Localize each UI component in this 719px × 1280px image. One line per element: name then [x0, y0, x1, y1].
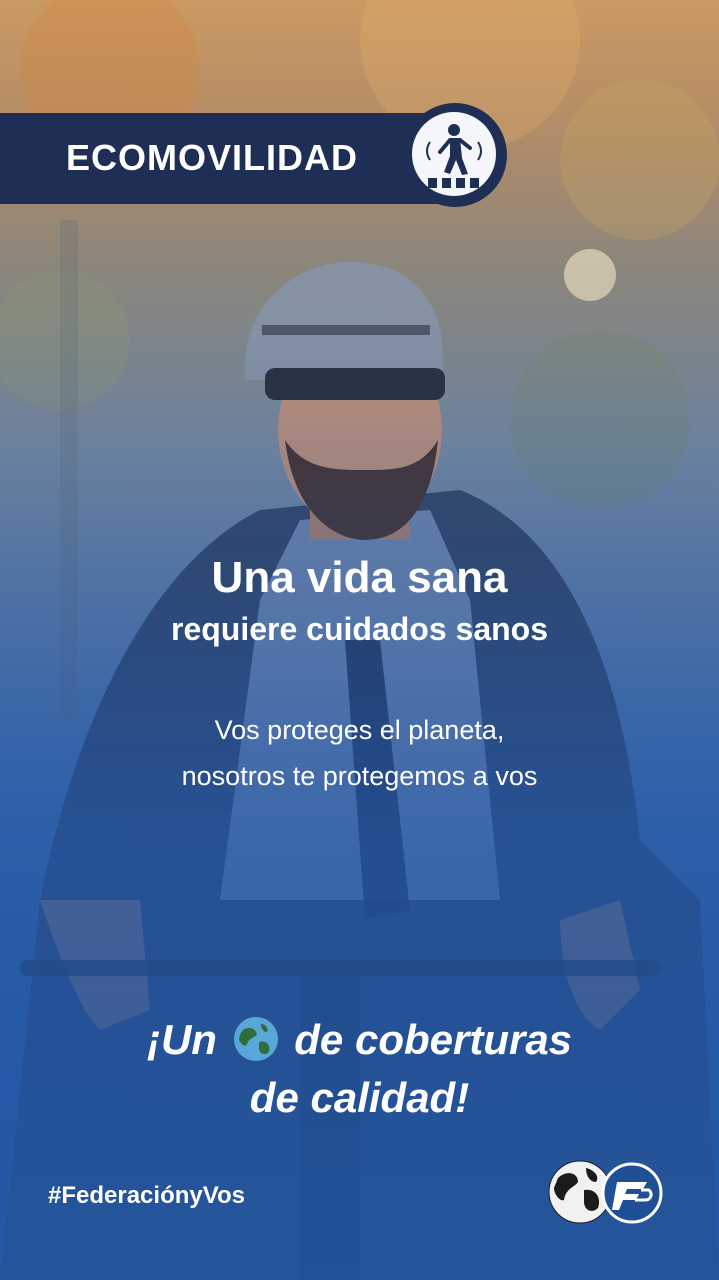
headline-primary: Una vida sana [211, 553, 508, 602]
poster: ECOMOVILIDAD Una vida sana requiere cuid… [0, 0, 719, 1280]
slogan-line-1: ¡Un de coberturas [0, 1016, 719, 1064]
subtext-line-1: Vos proteges el planeta, [214, 715, 505, 745]
fp-logo-icon [601, 1162, 663, 1224]
slogan-prefix: ¡Un [146, 1016, 217, 1063]
pedestrian-crossing-icon [410, 110, 498, 198]
headline-secondary: requiere cuidados sanos [170, 611, 548, 647]
slogan-line-2: de calidad! [249, 1074, 470, 1121]
hashtag: #FederaciónyVos [48, 1182, 245, 1209]
slogan-suffix: de coberturas [294, 1016, 573, 1063]
category-label: ECOMOVILIDAD [66, 137, 359, 178]
subtext-line-2: nosotros te protegemos a vos [181, 761, 538, 791]
globe-icon [233, 1016, 279, 1062]
